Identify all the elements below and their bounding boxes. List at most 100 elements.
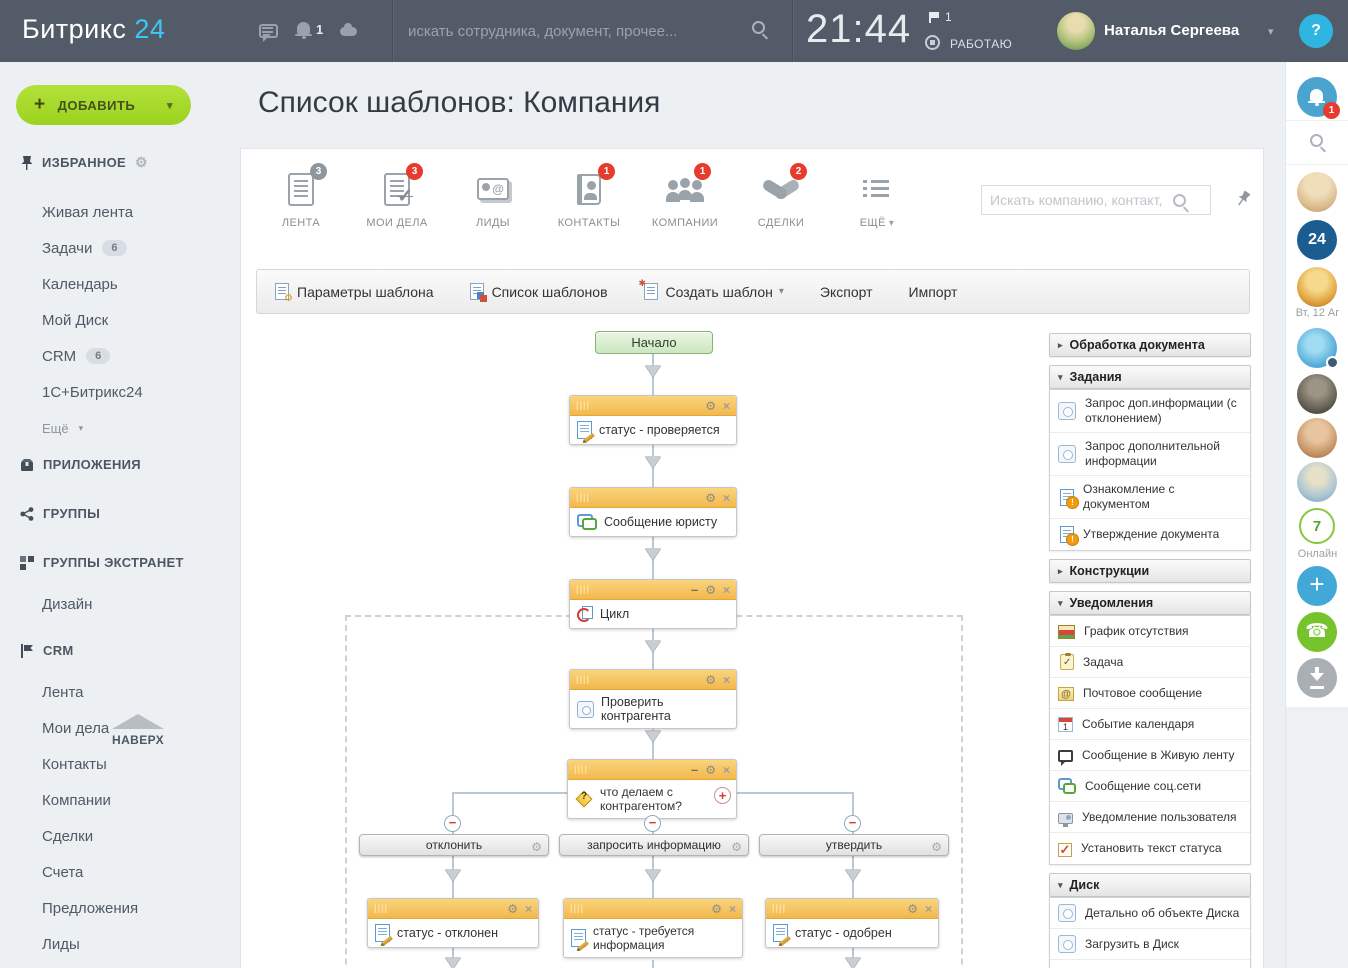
- gear-icon[interactable]: ⚙: [531, 837, 542, 857]
- collapse-branch-icon[interactable]: −: [644, 815, 661, 832]
- node-status-checking[interactable]: ||||⚙× статус - проверяется: [569, 395, 737, 445]
- tab-deals[interactable]: 2 СДЕЛКИ: [733, 167, 829, 229]
- drag-grip-icon[interactable]: ||||: [570, 903, 584, 913]
- palette-section-constructions[interactable]: ▸Конструкции: [1049, 559, 1251, 583]
- search-icon[interactable]: [1173, 194, 1186, 207]
- search-icon[interactable]: [752, 21, 765, 34]
- sidebar-item-crm-leads[interactable]: Лиды: [42, 926, 232, 962]
- drag-grip-icon[interactable]: ||||: [576, 400, 590, 410]
- create-template-button[interactable]: Создать шаблон▾: [644, 283, 784, 300]
- notifications-bell-icon[interactable]: [297, 22, 310, 34]
- palette-section-notifications[interactable]: ▾Уведомления: [1049, 591, 1251, 615]
- global-search-input[interactable]: [408, 0, 748, 62]
- chat-avatar[interactable]: [1297, 418, 1337, 458]
- close-icon[interactable]: ×: [925, 902, 932, 916]
- gear-icon[interactable]: ⚙: [705, 583, 716, 597]
- chat-avatar[interactable]: [1297, 374, 1337, 414]
- user-name[interactable]: Наталья Сергеева: [1104, 22, 1239, 39]
- chat-avatar[interactable]: [1297, 462, 1337, 502]
- tab-feed[interactable]: 3 ЛЕНТА: [253, 167, 349, 229]
- tab-more[interactable]: ЕЩЁ▾: [829, 167, 925, 229]
- export-button[interactable]: Экспорт: [820, 284, 873, 300]
- node-condition[interactable]: ||||–⚙× ?что делаем с контрагентом? +: [567, 759, 737, 819]
- sidebar-item-crm-contacts[interactable]: Контакты: [42, 746, 232, 782]
- close-icon[interactable]: ×: [723, 673, 730, 687]
- bitrix24-logo[interactable]: Битрикс 24: [22, 14, 165, 45]
- drive-cloud-icon[interactable]: [340, 27, 357, 36]
- collapse-branch-icon[interactable]: −: [444, 815, 461, 832]
- back-to-top-button[interactable]: НАВЕРХ: [86, 714, 190, 747]
- palette-item[interactable]: Ознакомление с документом: [1050, 476, 1250, 519]
- chat-badge-24[interactable]: 24: [1297, 220, 1337, 260]
- invite-plus-button[interactable]: +: [1297, 566, 1337, 606]
- apps-section-header[interactable]: ПРИЛОЖЕНИЯ: [20, 457, 141, 472]
- work-clock[interactable]: 21:44: [806, 7, 911, 52]
- node-loop[interactable]: ||||–⚙× Цикл: [569, 579, 737, 629]
- branch-request-info[interactable]: запросить информацию⚙: [559, 834, 749, 856]
- user-menu-chevron-icon[interactable]: ▾: [1268, 25, 1274, 38]
- palette-item[interactable]: @Почтовое сообщение: [1050, 678, 1250, 709]
- sidebar-item-my-disk[interactable]: Мой Диск: [42, 302, 232, 338]
- sidebar-item-crm[interactable]: CRM6: [42, 338, 232, 374]
- sidebar-item-crm-invoices[interactable]: Счета: [42, 854, 232, 890]
- sidebar-item-design[interactable]: Дизайн: [42, 586, 232, 622]
- stop-work-icon[interactable]: [925, 35, 940, 50]
- add-button[interactable]: + ДОБАВИТЬ ▾: [16, 85, 191, 125]
- gear-icon[interactable]: ⚙: [705, 763, 716, 777]
- drag-grip-icon[interactable]: ||||: [576, 674, 590, 684]
- favorites-section-header[interactable]: ИЗБРАННОЕ ⚙: [20, 154, 148, 171]
- node-message-lawyer[interactable]: ||||⚙× Сообщение юристу: [569, 487, 737, 537]
- palette-section-tasks[interactable]: ▾Задания: [1049, 365, 1251, 389]
- search-icon[interactable]: [1310, 134, 1323, 147]
- sidebar-item-more[interactable]: Ещё▾: [42, 410, 232, 446]
- work-status-label[interactable]: РАБОТАЮ: [950, 37, 1012, 51]
- palette-item[interactable]: ✓Установить текст статуса: [1050, 833, 1250, 864]
- close-icon[interactable]: ×: [729, 902, 736, 916]
- chat-avatar[interactable]: [1297, 267, 1337, 307]
- node-status-declined[interactable]: ||||⚙× статус - отклонен: [367, 898, 539, 948]
- chat-avatar[interactable]: [1297, 328, 1337, 368]
- node-status-approved[interactable]: ||||⚙× статус - одобрен: [765, 898, 939, 948]
- palette-item[interactable]: Загрузить новую версию в Диск: [1050, 960, 1250, 968]
- minimize-icon[interactable]: –: [691, 585, 698, 595]
- phone-button[interactable]: [1297, 612, 1337, 652]
- gear-icon[interactable]: ⚙: [931, 837, 942, 857]
- gear-icon[interactable]: ⚙: [705, 491, 716, 505]
- tab-leads[interactable]: @ ЛИДЫ: [445, 167, 541, 229]
- crm-search-input[interactable]: [982, 186, 1172, 214]
- palette-item[interactable]: График отсутствия: [1050, 616, 1250, 647]
- notifications-button[interactable]: 1: [1297, 77, 1337, 117]
- palette-item[interactable]: 1Событие календаря: [1050, 709, 1250, 740]
- palette-item[interactable]: Утверждение документа: [1050, 519, 1250, 550]
- drag-grip-icon[interactable]: ||||: [574, 764, 588, 774]
- palette-item[interactable]: Запрос дополнительной информации: [1050, 433, 1250, 476]
- drag-grip-icon[interactable]: ||||: [576, 584, 590, 594]
- help-button[interactable]: ?: [1299, 14, 1333, 48]
- gear-icon[interactable]: ⚙: [135, 154, 148, 171]
- start-node[interactable]: Начало: [595, 331, 713, 354]
- online-counter[interactable]: 7: [1299, 508, 1335, 544]
- tab-my-activities[interactable]: ✓3 МОИ ДЕЛА: [349, 167, 445, 229]
- palette-item[interactable]: Сообщение в Живую ленту: [1050, 740, 1250, 771]
- node-status-info-needed[interactable]: ||||⚙× статус - требуется информация: [563, 898, 743, 958]
- palette-item[interactable]: Задача: [1050, 647, 1250, 678]
- sidebar-item-crm-quotes[interactable]: Предложения: [42, 890, 232, 926]
- sidebar-item-calendar[interactable]: Календарь: [42, 266, 232, 302]
- node-check-contragent[interactable]: ||||⚙× Проверить контрагента: [569, 669, 737, 729]
- drag-grip-icon[interactable]: ||||: [374, 903, 388, 913]
- chat-avatar[interactable]: [1297, 172, 1337, 212]
- template-params-button[interactable]: Параметры шаблона: [275, 283, 434, 300]
- user-avatar[interactable]: [1057, 12, 1095, 50]
- collapse-branch-icon[interactable]: −: [844, 815, 861, 832]
- gear-icon[interactable]: ⚙: [711, 902, 722, 916]
- gear-icon[interactable]: ⚙: [731, 837, 742, 857]
- palette-item[interactable]: Запрос доп.информации (с отклонением): [1050, 390, 1250, 433]
- sidebar-item-live-feed[interactable]: Живая лента: [42, 194, 232, 230]
- sidebar-item-tasks[interactable]: Задачи6: [42, 230, 232, 266]
- palette-item[interactable]: Уведомление пользователя: [1050, 802, 1250, 833]
- template-list-button[interactable]: Список шаблонов: [470, 283, 608, 300]
- groups-section-header[interactable]: ГРУППЫ: [20, 506, 100, 521]
- gear-icon[interactable]: ⚙: [705, 673, 716, 687]
- import-button[interactable]: Импорт: [909, 284, 958, 300]
- sidebar-item-crm-deals[interactable]: Сделки: [42, 818, 232, 854]
